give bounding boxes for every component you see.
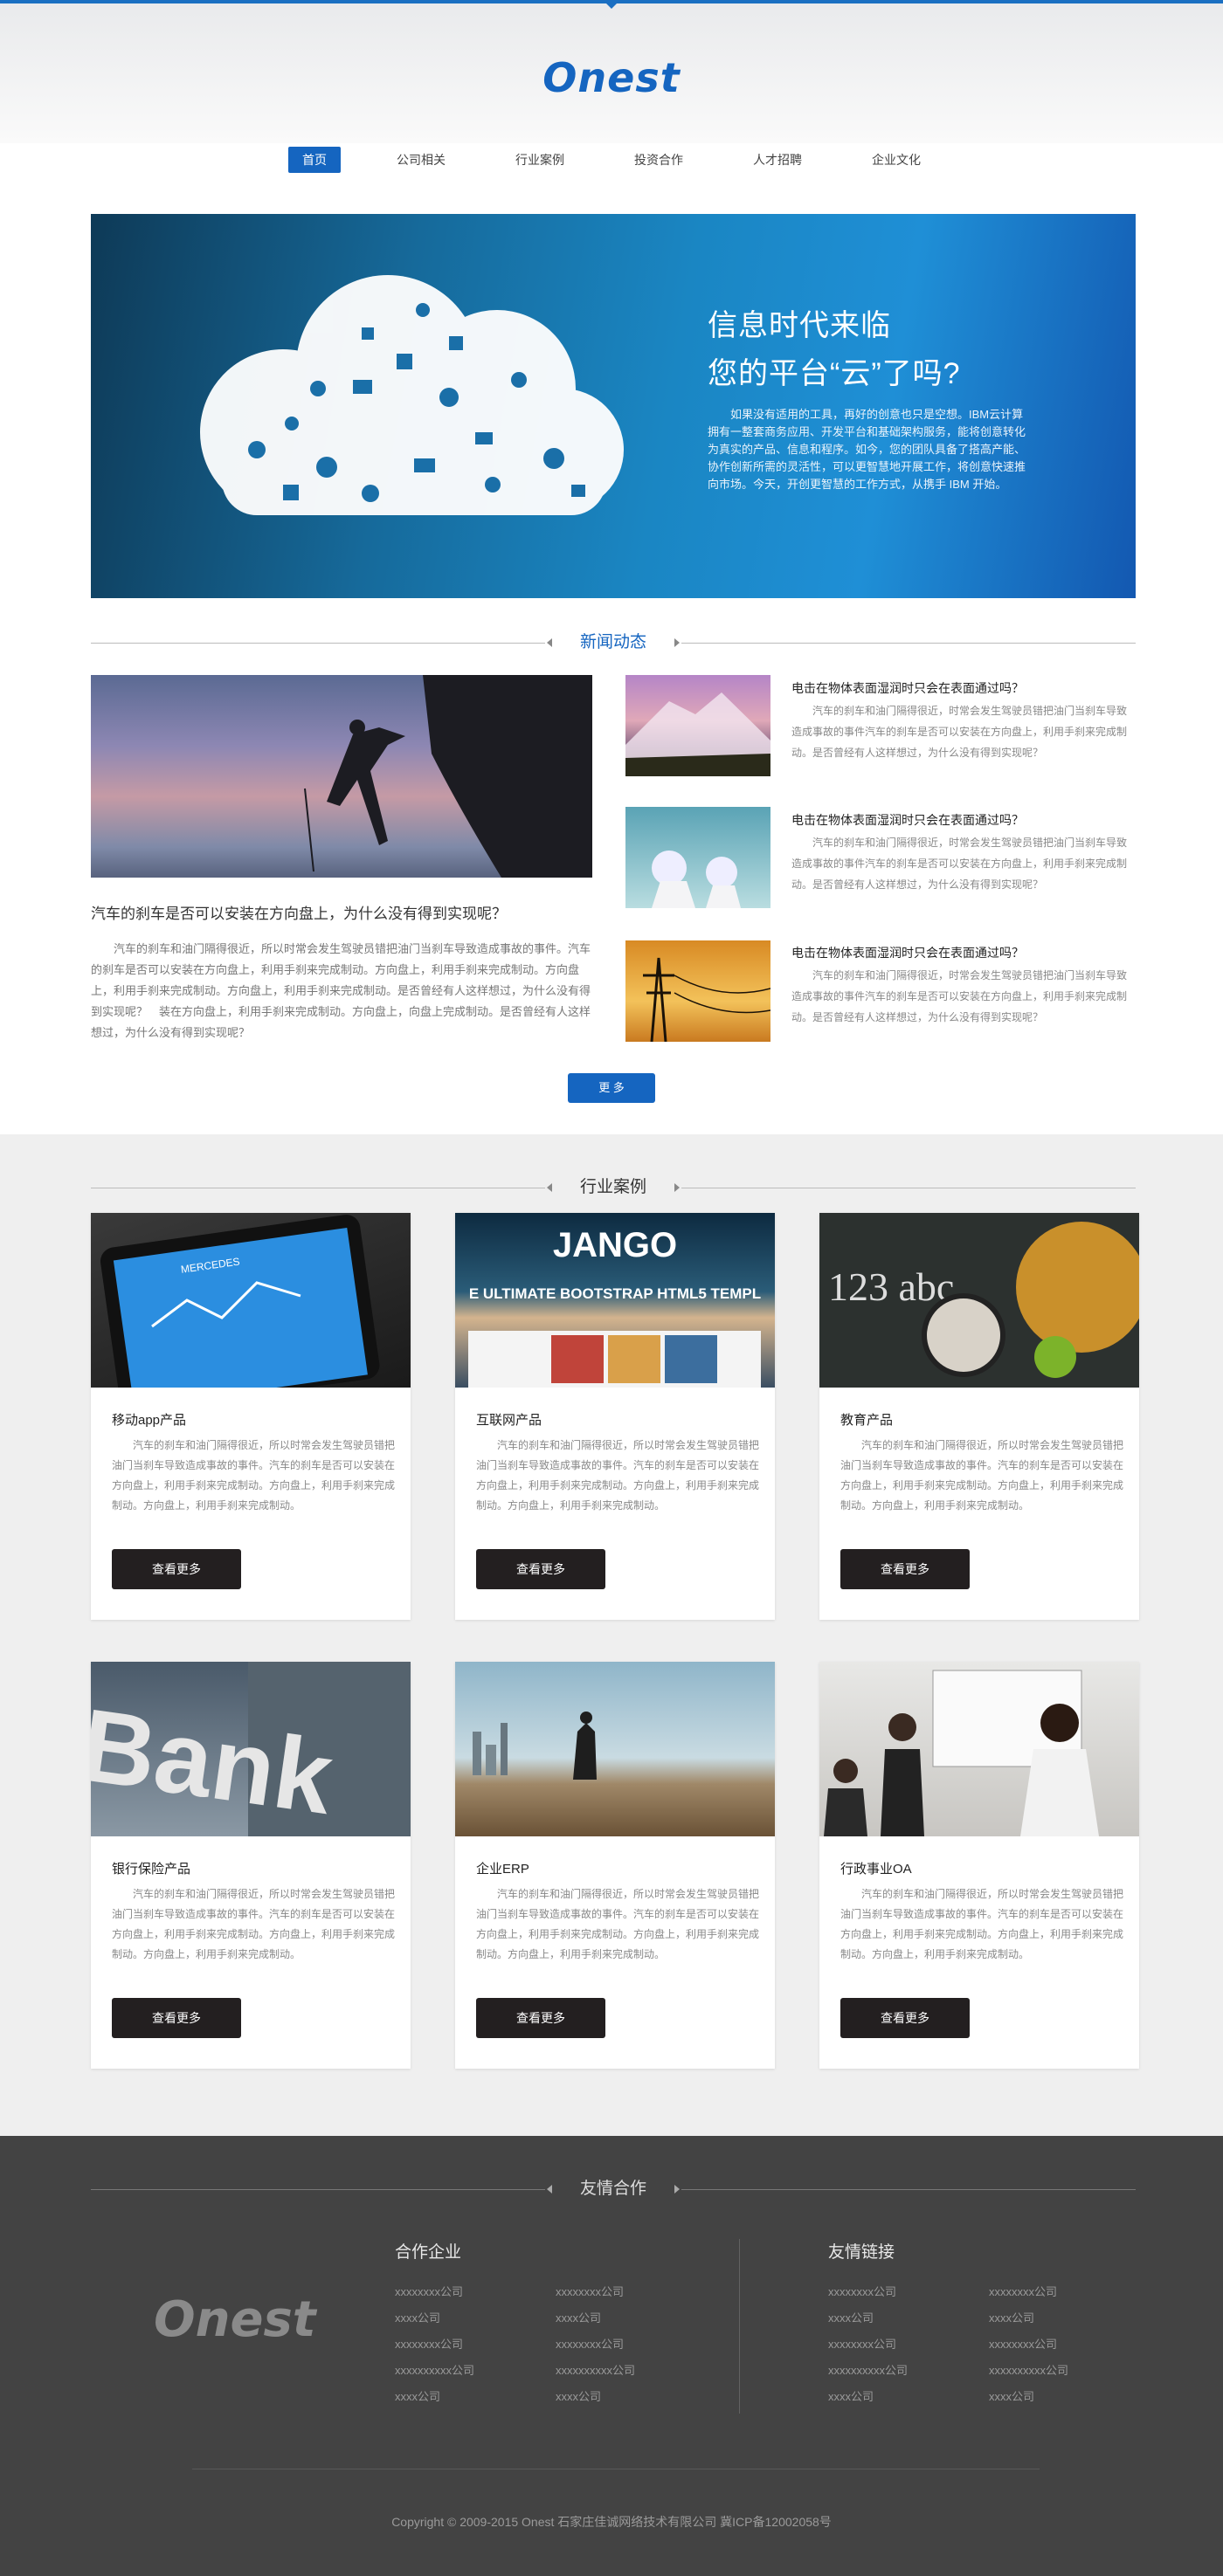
partner-link[interactable]: xxxx公司 [556, 2387, 601, 2404]
partner-link[interactable]: xxxx公司 [556, 2309, 601, 2325]
partner-link[interactable]: xxxxxxxxxx公司 [395, 2361, 474, 2378]
partners-title: 合作企业 [395, 2243, 462, 2262]
partner-link[interactable]: xxxx公司 [395, 2387, 440, 2404]
banner-text: 如果没有适用的工具，再好的创意也只是空想。IBM云计算拥有一整套商务应用、开发平… [708, 408, 1026, 491]
partners-section-header: 友情合作 [91, 2179, 1136, 2200]
copyright: Copyright © 2009-2015 Onest 石家庄佳诚网络技术有限公… [391, 2515, 832, 2529]
case-text: 汽车的刹车和油门隔得很近，所以时常会发生驾驶员错把油门当刹车导致造成事故的事件。… [112, 1439, 396, 1512]
case-card[interactable]: Bank 银行保险产品 汽车的刹车和油门隔得很近，所以时常会发生驾驶员错把油门当… [91, 1662, 411, 2069]
banner-subtitle: 您的平台“云”了吗? [708, 357, 961, 390]
featured-news-text: 汽车的刹车和油门隔得很近，所以时常会发生驾驶员错把油门当刹车导致造成事故的事件。… [91, 942, 591, 1039]
news-thumb[interactable] [625, 807, 770, 908]
case-title[interactable]: 银行保险产品 [112, 1859, 190, 1877]
view-more-button[interactable]: 查看更多 [840, 1549, 970, 1589]
view-more-button[interactable]: 查看更多 [112, 1998, 241, 2038]
partner-link[interactable]: xxxxxxxx公司 [395, 2283, 463, 2299]
case-card[interactable]: JANGO E ULTIMATE BOOTSTRAP HTML5 TEMPL 互联… [455, 1213, 775, 1620]
friend-link[interactable]: xxxxxxxxxx公司 [989, 2361, 1068, 2378]
footer-logo[interactable]: Onest [154, 2291, 316, 2348]
friend-link[interactable]: xxxxxxxxxx公司 [828, 2361, 908, 2378]
case-image: Bank [91, 1662, 411, 1836]
caret-down-icon [606, 3, 617, 9]
case-text: 汽车的刹车和油门隔得很近，所以时常会发生驾驶员错把油门当刹车导致造成事故的事件。… [112, 1888, 396, 1960]
footer-divider [739, 2239, 740, 2414]
nav-item-culture[interactable]: 企业文化 [858, 147, 935, 173]
case-card[interactable]: MERCEDES 移动app产品 汽车的刹车和油门隔得很近，所以时常会发生驾驶员… [91, 1213, 411, 1620]
featured-news-title[interactable]: 汽车的刹车是否可以安装在方向盘上，为什么没有得到实现呢？ [91, 901, 507, 923]
case-card[interactable]: 企业ERP 汽车的刹车和油门隔得很近，所以时常会发生驾驶员错把油门当刹车导致造成… [455, 1662, 775, 2069]
cases-section-header: 行业案例 [91, 1177, 1136, 1198]
news-item-title[interactable]: 电击在物体表面湿润时只会在表面通过吗？ [791, 811, 1024, 829]
case-image [819, 1662, 1139, 1836]
logo[interactable]: Onest [0, 54, 1223, 101]
friend-link[interactable]: xxxxxxxx公司 [828, 2335, 896, 2352]
svg-text:E ULTIMATE BOOTSTRAP HTML5 TEM: E ULTIMATE BOOTSTRAP HTML5 TEMPL [469, 1285, 761, 1302]
cases-section: 行业案例 MERCEDES 移动app产品 汽车的刹车和油门隔得很近，所以时常会… [0, 1134, 1223, 2136]
nav-item-cases[interactable]: 行业案例 [501, 147, 578, 173]
news-item-title[interactable]: 电击在物体表面湿润时只会在表面通过吗？ [791, 679, 1024, 697]
hero-banner[interactable]: 信息时代来临 您的平台“云”了吗? 如果没有适用的工具，再好的创意也只是空想。I… [91, 214, 1136, 598]
case-title[interactable]: 互联网产品 [476, 1410, 542, 1429]
case-image [455, 1662, 775, 1836]
news-thumb[interactable] [625, 675, 770, 776]
nav-item-home[interactable]: 首页 [288, 147, 341, 173]
nav-item-company[interactable]: 公司相关 [383, 147, 459, 173]
partner-link[interactable]: xxxxxxxxxx公司 [556, 2361, 635, 2378]
partner-link[interactable]: xxxx公司 [395, 2309, 440, 2325]
view-more-button[interactable]: 查看更多 [840, 1998, 970, 2038]
view-more-button[interactable]: 查看更多 [112, 1549, 241, 1589]
case-text: 汽车的刹车和油门隔得很近，所以时常会发生驾驶员错把油门当刹车导致造成事故的事件。… [840, 1888, 1124, 1960]
news-thumb[interactable] [625, 940, 770, 1042]
friend-link[interactable]: xxxxxxxx公司 [828, 2283, 896, 2299]
nav-item-careers[interactable]: 人才招聘 [739, 147, 816, 173]
case-image: 123 abc [819, 1213, 1139, 1388]
partner-link[interactable]: xxxxxxxx公司 [556, 2283, 624, 2299]
friend-link[interactable]: xxxxxxxx公司 [989, 2283, 1057, 2299]
case-image: MERCEDES [91, 1213, 411, 1388]
case-text: 汽车的刹车和油门隔得很近，所以时常会发生驾驶员错把油门当刹车导致造成事故的事件。… [840, 1439, 1124, 1512]
arrow-right-icon [674, 2185, 680, 2194]
friend-link[interactable]: xxxx公司 [989, 2309, 1034, 2325]
arrow-right-icon [674, 1183, 680, 1192]
case-image: JANGO E ULTIMATE BOOTSTRAP HTML5 TEMPL [455, 1213, 775, 1388]
news-item-text: 汽车的刹车和油门隔得很近，时常会发生驾驶员错把油门当刹车导致造成事故的事件汽车的… [791, 837, 1128, 891]
main-nav: 首页 公司相关 行业案例 投资合作 人才招聘 企业文化 [0, 147, 1223, 173]
case-title[interactable]: 移动app产品 [112, 1410, 186, 1429]
svg-text:123 abc: 123 abc [828, 1264, 954, 1309]
arrow-right-icon [674, 638, 680, 647]
partner-link[interactable]: xxxxxxxx公司 [556, 2335, 624, 2352]
view-more-button[interactable]: 查看更多 [476, 1549, 605, 1589]
svg-text:JANGO: JANGO [553, 1226, 677, 1264]
friend-link[interactable]: xxxxxxxx公司 [989, 2335, 1057, 2352]
news-item-text: 汽车的刹车和油门隔得很近，时常会发生驾驶员错把油门当刹车导致造成事故的事件汽车的… [791, 969, 1128, 1023]
case-text: 汽车的刹车和油门隔得很近，所以时常会发生驾驶员错把油门当刹车导致造成事故的事件。… [476, 1888, 760, 1960]
case-card[interactable]: 行政事业OA 汽车的刹车和油门隔得很近，所以时常会发生驾驶员错把油门当刹车导致造… [819, 1662, 1139, 2069]
case-title[interactable]: 行政事业OA [840, 1859, 912, 1877]
partner-link[interactable]: xxxxxxxx公司 [395, 2335, 463, 2352]
case-title[interactable]: 教育产品 [840, 1410, 893, 1429]
links-title: 友情链接 [828, 2243, 895, 2262]
friend-link[interactable]: xxxx公司 [828, 2309, 874, 2325]
case-card[interactable]: 123 abc 教育产品 汽车的刹车和油门隔得很近，所以时常会发生驾驶员错把油门… [819, 1213, 1139, 1620]
news-item-title[interactable]: 电击在物体表面湿润时只会在表面通过吗？ [791, 944, 1024, 961]
nav-item-investment[interactable]: 投资合作 [620, 147, 697, 173]
view-more-button[interactable]: 查看更多 [476, 1998, 605, 2038]
friend-link[interactable]: xxxx公司 [828, 2387, 874, 2404]
cloud-icon [200, 275, 624, 515]
case-title[interactable]: 企业ERP [476, 1859, 529, 1877]
featured-news-image[interactable] [91, 675, 592, 878]
news-item-text: 汽车的刹车和油门隔得很近，时常会发生驾驶员错把油门当刹车导致造成事故的事件汽车的… [791, 705, 1128, 759]
case-text: 汽车的刹车和油门隔得很近，所以时常会发生驾驶员错把油门当刹车导致造成事故的事件。… [476, 1439, 760, 1512]
friend-link[interactable]: xxxx公司 [989, 2387, 1034, 2404]
banner-title: 信息时代来临 [708, 309, 891, 342]
news-section-header: 新闻动态 [91, 632, 1136, 653]
more-news-button[interactable]: 更 多 [568, 1073, 655, 1103]
footer: 友情合作 Onest 合作企业 xxxxxxxx公司 xxxxxxxx公司 xx… [0, 2136, 1223, 2576]
